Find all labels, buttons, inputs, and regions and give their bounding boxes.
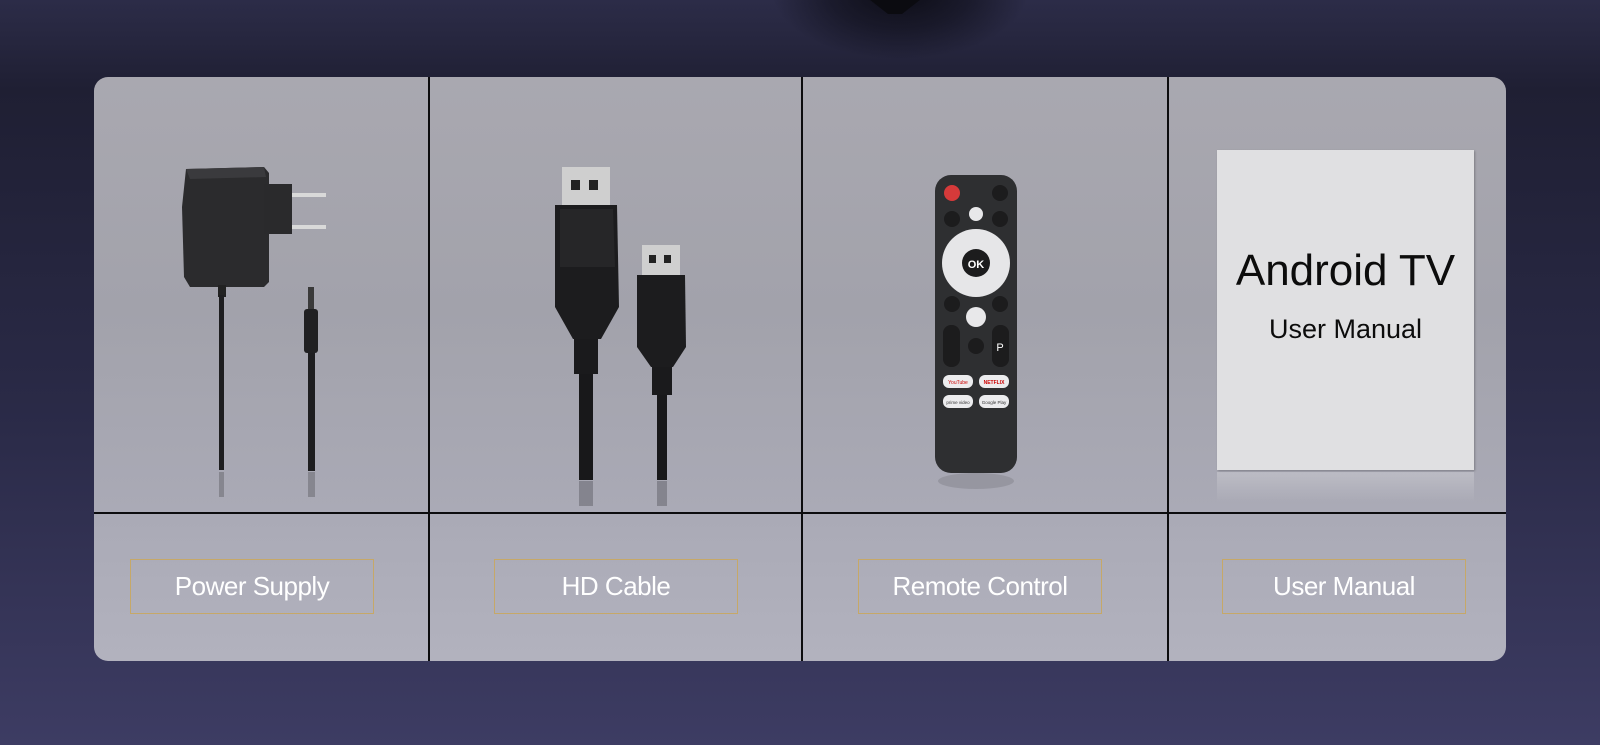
divider (1167, 77, 1169, 661)
remote-p-text: P (996, 342, 1003, 354)
remote-control-image: OK P YouTube NETFLIX prime video Google … (935, 175, 1017, 489)
manual-subtitle: User Manual (1268, 314, 1423, 344)
divider (94, 512, 1506, 514)
package-contents-panel: OK P YouTube NETFLIX prime video Google … (94, 77, 1506, 661)
remote-ok-text: OK (968, 259, 985, 271)
divider (801, 77, 803, 661)
remote-netflix-text: NETFLIX (984, 380, 1005, 386)
label-hd-cable: HD Cable (494, 559, 738, 614)
remote-googleplay-text: Google Play (982, 400, 1007, 405)
manual-reflection (1217, 472, 1474, 502)
remote-prime-text: prime video (946, 400, 970, 405)
user-manual-image: Android TV User Manual (1217, 150, 1474, 470)
label-user-manual: User Manual (1222, 559, 1466, 614)
label-power-supply: Power Supply (130, 559, 374, 614)
manual-title: Android TV (1235, 246, 1456, 295)
label-remote-control: Remote Control (858, 559, 1102, 614)
remote-youtube-text: YouTube (948, 380, 968, 386)
power-supply-image (182, 167, 326, 497)
hd-cable-image (555, 167, 686, 506)
divider (428, 77, 430, 661)
